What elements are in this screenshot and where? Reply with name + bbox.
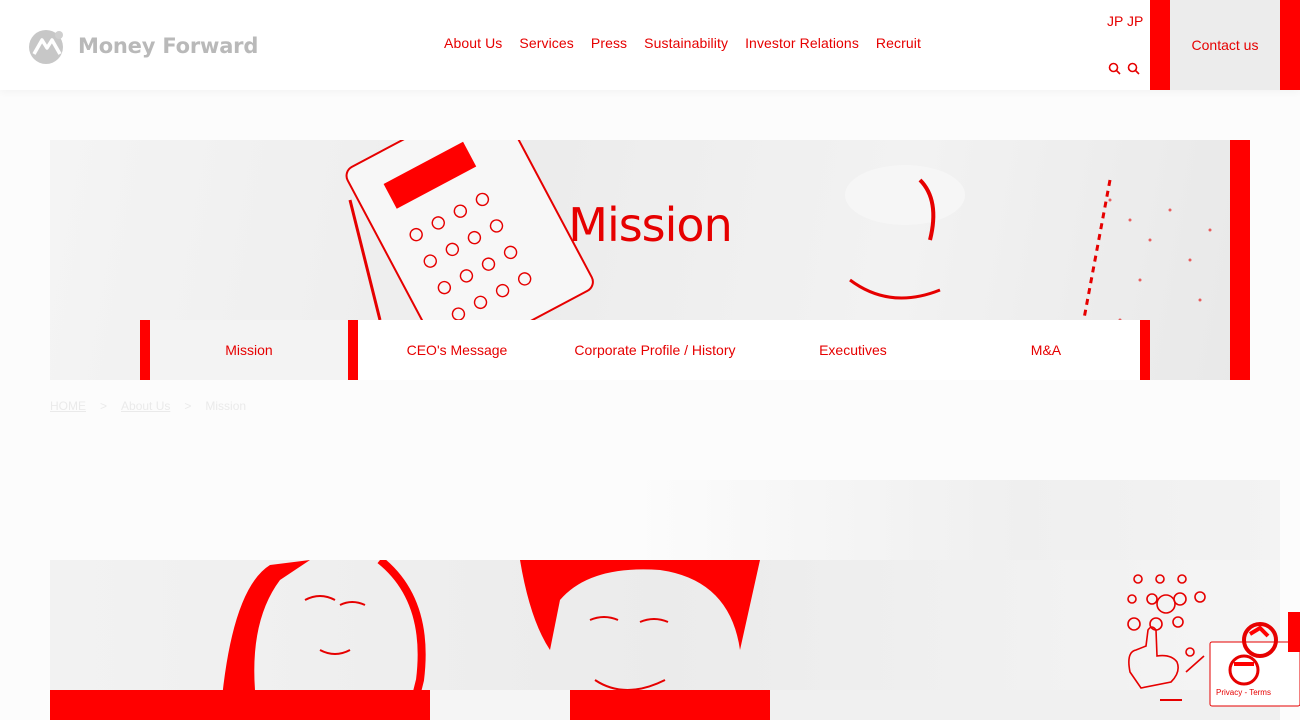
nav-press[interactable]: Press xyxy=(591,35,627,57)
tab-corporate-profile[interactable]: Corporate Profile / History xyxy=(556,320,754,380)
page-title: Mission xyxy=(568,198,732,252)
subnav-edge-left xyxy=(140,320,150,380)
search-button[interactable] xyxy=(1108,58,1148,78)
section-background xyxy=(630,480,1280,560)
breadcrumb: HOME > About Us > Mission xyxy=(50,399,246,413)
nav-investor-relations[interactable]: Investor Relations xyxy=(745,35,859,57)
breadcrumb-about[interactable]: About Us xyxy=(121,399,170,413)
search-icon xyxy=(1108,62,1121,75)
breadcrumb-home[interactable]: HOME xyxy=(50,399,86,413)
contact-us-button[interactable]: Contact us xyxy=(1150,0,1300,90)
nav-sustainability[interactable]: Sustainability xyxy=(644,35,728,57)
people-image xyxy=(50,560,1280,720)
tab-executives[interactable]: Executives xyxy=(754,320,952,380)
breadcrumb-separator: > xyxy=(100,399,108,413)
tab-mission[interactable]: Mission xyxy=(150,320,358,380)
logo-text: Money Forward xyxy=(78,34,259,58)
site-logo[interactable]: Money Forward xyxy=(26,26,258,66)
nav-services[interactable]: Services xyxy=(519,35,573,57)
tab-ceo-message[interactable]: CEO's Message xyxy=(358,320,556,380)
site-header: Money Forward About Us Services Press Su… xyxy=(0,0,1300,90)
tab-ma[interactable]: M&A xyxy=(952,320,1140,380)
nav-about-us[interactable]: About Us xyxy=(444,35,502,57)
main-nav: About Us Services Press Sustainability I… xyxy=(444,35,938,57)
search-icon xyxy=(1127,62,1140,75)
contact-edge-left xyxy=(1150,0,1170,90)
mission-photo xyxy=(50,560,1280,720)
contact-us-label: Contact us xyxy=(1191,37,1259,53)
hero-edge-bar xyxy=(1230,140,1250,380)
language-switch[interactable]: JP JP xyxy=(1107,13,1143,29)
nav-recruit[interactable]: Recruit xyxy=(876,35,921,57)
recaptcha-links[interactable]: Privacy - Terms xyxy=(1216,688,1271,697)
breadcrumb-separator: > xyxy=(184,399,192,413)
subnav-edge-right xyxy=(1140,320,1151,380)
contact-edge-right xyxy=(1280,0,1300,90)
breadcrumb-current: Mission xyxy=(205,399,247,413)
about-subnav: Mission CEO's Message Corporate Profile … xyxy=(140,320,1151,380)
money-forward-logo-icon xyxy=(29,30,63,64)
chat-assistant-icon[interactable] xyxy=(1120,572,1215,702)
